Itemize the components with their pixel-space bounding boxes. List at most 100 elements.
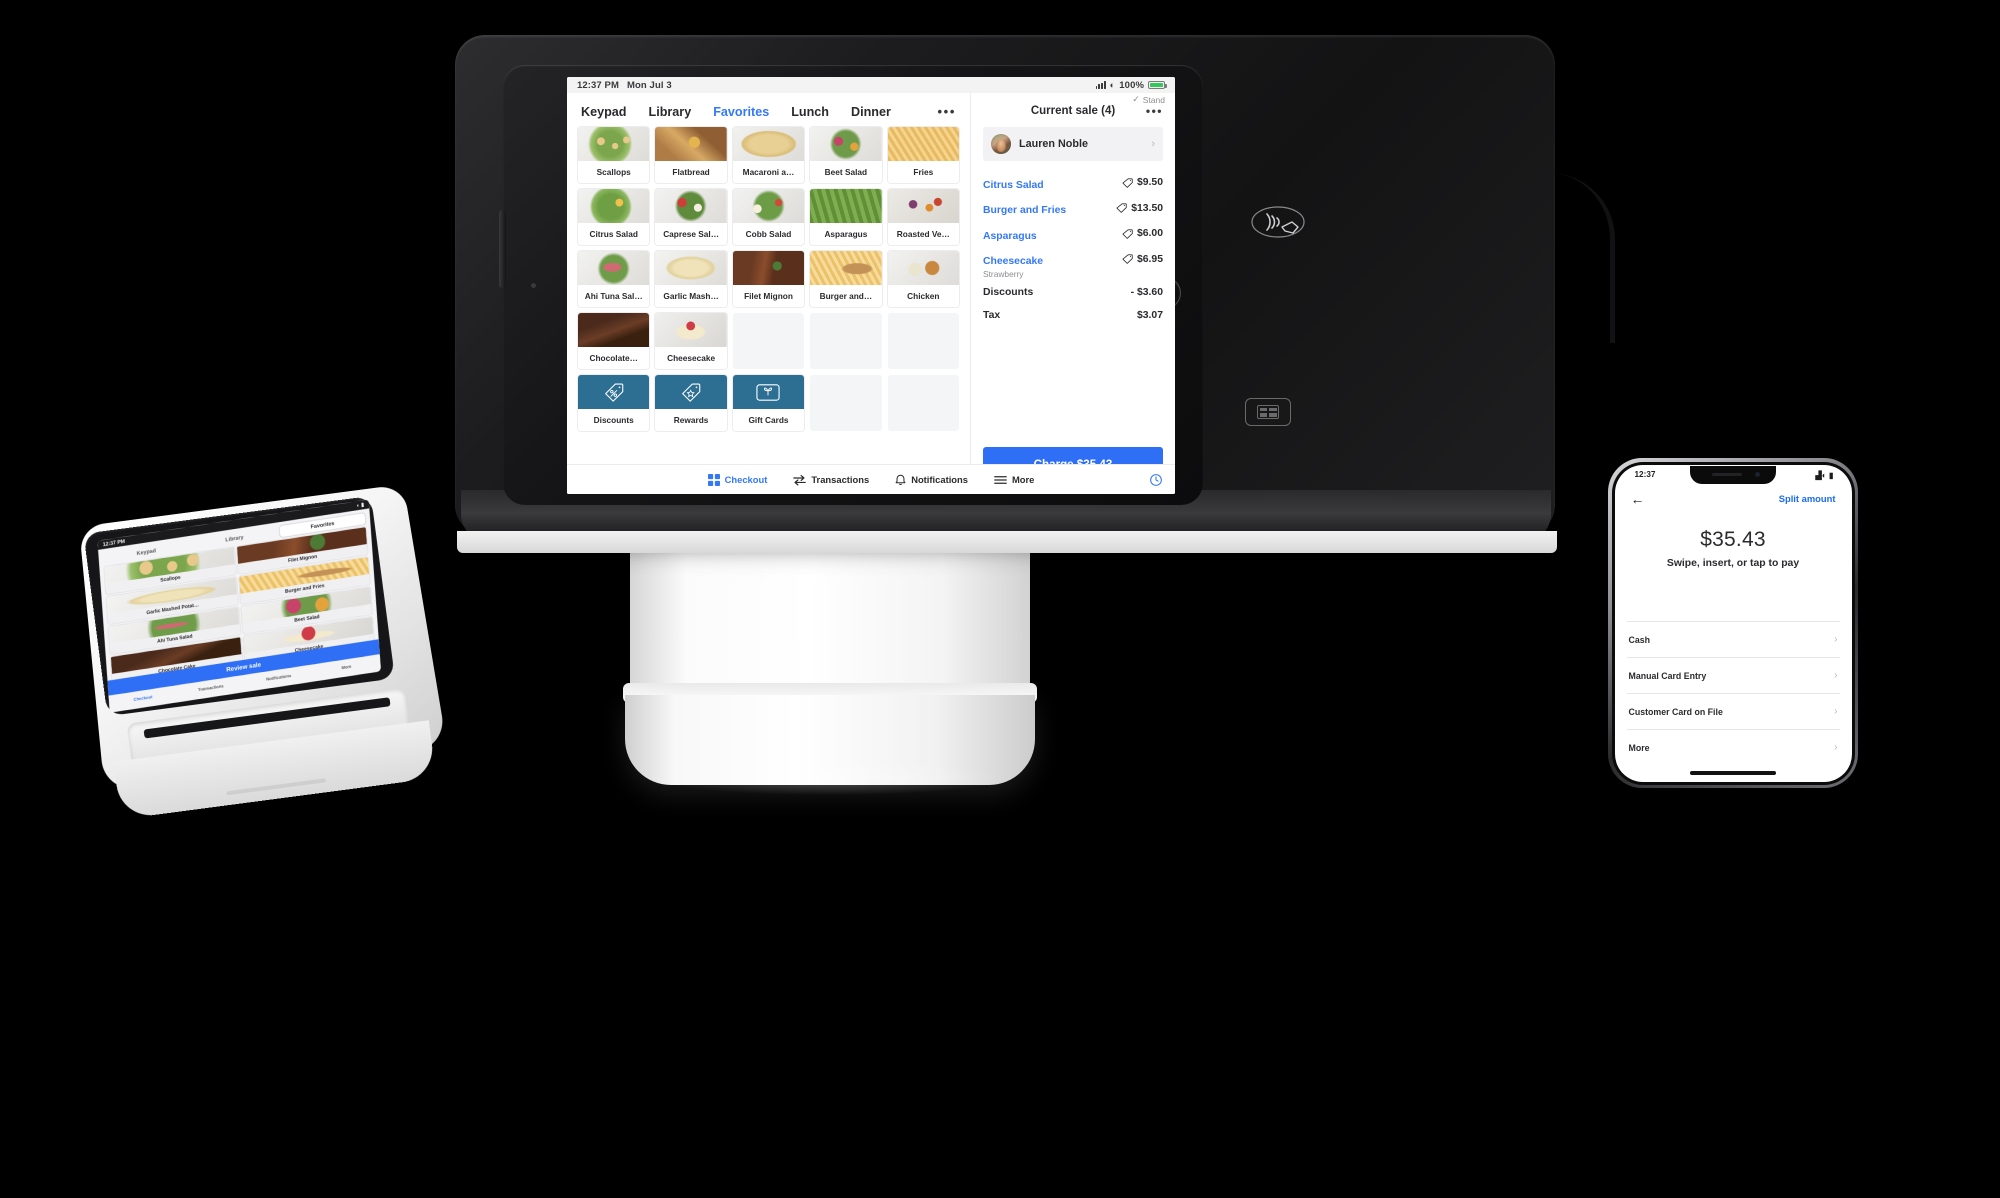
customer-name: Lauren Noble [1019, 138, 1088, 150]
action-tile-gift-cards[interactable]: Gift Cards [732, 375, 805, 431]
item-tile[interactable]: Burger and… [810, 251, 882, 307]
item-tile[interactable]: Chicken [887, 251, 959, 307]
item-tile[interactable]: Flatbread [655, 127, 727, 183]
nav-more[interactable]: More [994, 474, 1034, 485]
terminal-bezel: 12:37 PM ◐ ▮ Keypad Library Favorites Scal… [83, 495, 396, 717]
tile-label: Burger and… [810, 285, 882, 307]
payment-amount: $35.43 [1700, 527, 1766, 551]
item-tile[interactable]: Citrus Salad [578, 189, 650, 245]
item-thumbnail [887, 251, 959, 285]
terminal-nav-notifications[interactable]: Notifications [245, 670, 313, 687]
terminal-nav-more[interactable]: More [312, 660, 380, 677]
tab-keypad[interactable]: Keypad [581, 105, 627, 119]
discount-tag-icon [578, 375, 650, 409]
terminal-nav-checkout[interactable]: Checkout [109, 691, 177, 708]
line-item-price: $6.00 [1122, 228, 1163, 239]
payment-option-more[interactable]: More › [1626, 729, 1840, 765]
item-tile[interactable]: Ahi Tuna Sal… [578, 251, 650, 307]
item-tile[interactable]: Asparagus [810, 189, 882, 245]
item-tile[interactable]: Beet Salad [810, 127, 882, 183]
line-item-name: Asparagus [983, 230, 1037, 242]
payment-hint: Swipe, insert, or tap to pay [1666, 557, 1800, 569]
chevron-right-icon: › [1834, 742, 1838, 754]
split-amount-button[interactable]: Split amount [1779, 493, 1836, 504]
ios-status-bar: 12:37 PM Mon Jul 3 ◐ 100% [567, 77, 1175, 93]
front-camera [531, 283, 536, 288]
sale-line-item[interactable]: Citrus Salad $9.50 [983, 171, 1163, 197]
sale-total-row: Tax $3.07 [983, 304, 1163, 327]
sale-line-item[interactable]: Asparagus $6.00 [983, 222, 1163, 248]
price-tag-icon [1116, 203, 1127, 213]
empty-tile[interactable] [810, 375, 882, 431]
item-tile[interactable]: Caprese Sal… [655, 189, 727, 245]
nav-label: More [1011, 474, 1035, 485]
item-tile[interactable]: Chocolate… [578, 313, 650, 369]
bottom-navigation: Checkout Transactions Notifications More [567, 464, 1175, 494]
phone-time: 12:37 [1634, 470, 1656, 479]
item-tile[interactable]: Macaroni a… [732, 127, 805, 183]
chassis-side-notch [499, 210, 506, 288]
tile-label: Roasted Ve… [887, 223, 959, 245]
grid-icon [707, 473, 720, 486]
tile-label: Citrus Salad [578, 223, 650, 245]
tab-dinner[interactable]: Dinner [851, 105, 891, 119]
screenshot-root: 12:37 PM Mon Jul 3 ◐ 100% ✓ Stand Keypad… [0, 0, 2000, 1198]
nav-transactions[interactable]: Transactions [793, 474, 869, 486]
clock-icon[interactable] [1149, 473, 1163, 487]
item-tile[interactable]: Cheesecake [655, 313, 727, 369]
nav-checkout[interactable]: Checkout [707, 473, 767, 486]
transfer-arrows-icon [793, 474, 807, 486]
nav-notifications[interactable]: Notifications [895, 474, 968, 486]
price-tag-icon [1122, 228, 1133, 239]
tablet-stand-device: 12:37 PM Mon Jul 3 ◐ 100% ✓ Stand Keypad… [455, 35, 1615, 965]
empty-tile[interactable] [887, 313, 959, 369]
item-tile[interactable]: Roasted Ve… [887, 189, 959, 245]
tab-lunch[interactable]: Lunch [791, 105, 829, 119]
phone-toolbar: ← Split amount [1615, 485, 1852, 506]
stand-base-shadow [655, 761, 1005, 795]
item-tile[interactable]: Cobb Salad [732, 189, 805, 245]
tab-favorites[interactable]: Favorites [713, 105, 769, 119]
payment-option-customer-card-on-file[interactable]: Customer Card on File › [1626, 693, 1840, 729]
customer-row[interactable]: Lauren Noble › [983, 127, 1163, 161]
terminal-nav-transactions[interactable]: Transactions [177, 680, 245, 697]
payment-option-manual-card-entry[interactable]: Manual Card Entry › [1626, 657, 1840, 693]
line-item-price: $6.95 [1122, 254, 1163, 265]
phone-screen: 12:37 ▟◐ ▮ ← Split amount $35.43 Swipe, … [1614, 464, 1852, 782]
tab-library[interactable]: Library [649, 105, 692, 119]
item-thumbnail [732, 251, 805, 285]
sale-overflow-icon[interactable]: ••• [1146, 104, 1163, 118]
payment-option-cash[interactable]: Cash › [1626, 621, 1840, 657]
sale-totals: Discounts - $3.60 Tax $3.07 [983, 281, 1163, 327]
catalog-tabs: Keypad Library Favorites Lunch Dinner ••• [567, 93, 970, 127]
hamburger-icon [994, 475, 1007, 485]
empty-tile[interactable] [887, 375, 959, 431]
item-thumbnail [887, 127, 959, 161]
phone-status-icons: ▟◐ ▮ [1815, 470, 1834, 480]
option-label: More [1628, 742, 1650, 753]
sale-line-item[interactable]: Cheesecake $6.95 Strawberry [983, 248, 1163, 280]
tablet-screen: 12:37 PM Mon Jul 3 ◐ 100% ✓ Stand Keypad… [567, 77, 1175, 494]
rewards-tag-icon [655, 375, 727, 409]
item-tile[interactable]: Scallops [578, 127, 650, 183]
item-grid: Scallops Flatbread Macaroni a… Beet Sala… [567, 127, 970, 494]
action-tile-discounts[interactable]: Discounts [578, 375, 650, 431]
item-tile[interactable]: Fries [887, 127, 959, 183]
sale-line-item[interactable]: Burger and Fries $13.50 [983, 197, 1163, 223]
catalog-overflow-icon[interactable]: ••• [938, 104, 956, 119]
empty-tile[interactable] [732, 313, 805, 369]
back-arrow-icon[interactable]: ← [1631, 492, 1645, 506]
empty-tile[interactable] [810, 313, 882, 369]
action-tile-rewards[interactable]: Rewards [655, 375, 727, 431]
item-tile[interactable]: Garlic Mash… [655, 251, 727, 307]
line-item-price: $9.50 [1122, 177, 1163, 188]
tile-label: Flatbread [655, 161, 727, 183]
sale-title: Current sale (4) [1030, 105, 1116, 117]
item-thumbnail [887, 189, 959, 223]
item-tile[interactable]: Filet Mignon [732, 251, 805, 307]
tile-label: Caprese Sal… [655, 223, 727, 245]
tile-label: Ahi Tuna Sal… [578, 285, 650, 307]
battery-percent: 100% [1119, 79, 1144, 91]
line-item-price: $13.50 [1116, 203, 1163, 214]
tile-label: Rewards [655, 409, 727, 431]
